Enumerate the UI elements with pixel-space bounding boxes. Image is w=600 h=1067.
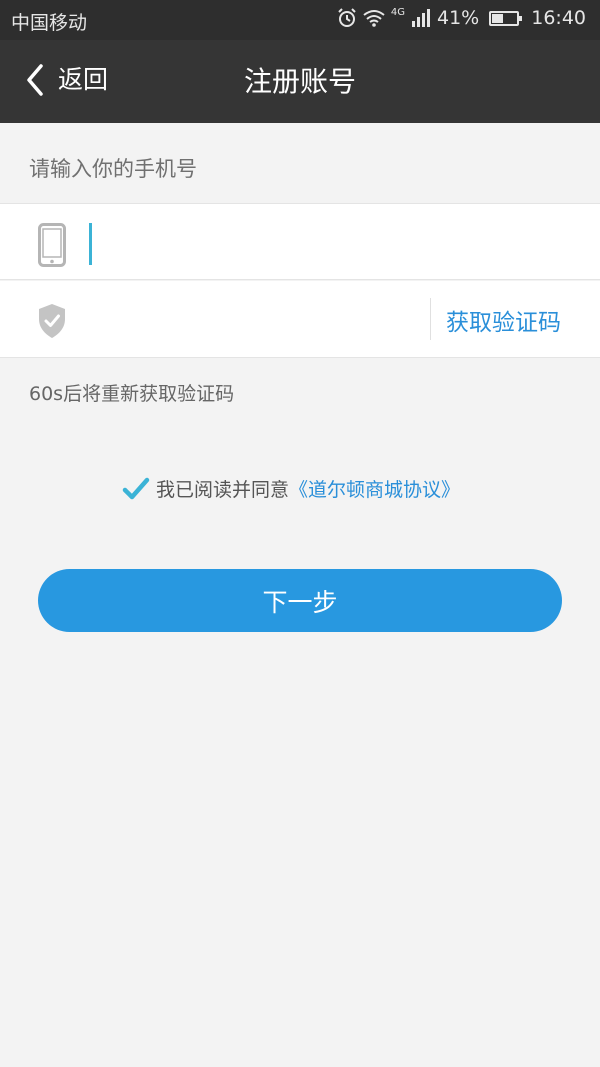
phone-row (0, 203, 600, 280)
battery-percent: 41% (437, 7, 480, 29)
countdown-text: 60s后将重新获取验证码 (29, 383, 235, 405)
phone-number-input[interactable] (90, 222, 570, 264)
network-type-label: 4G (390, 6, 405, 18)
wifi-icon (363, 10, 385, 27)
nav-bar: 返回 注册账号 (0, 40, 600, 123)
divider (430, 298, 431, 340)
signal-icon (412, 9, 430, 27)
page-title: 注册账号 (243, 65, 356, 98)
phone-hint-label: 请输入你的手机号 (29, 157, 197, 181)
next-step-button[interactable]: 下一步 (38, 569, 562, 632)
mobile-phone-icon (38, 223, 66, 267)
shield-check-icon (39, 304, 65, 338)
status-bar: 中国移动 4G 41% 16:40 (0, 0, 600, 40)
checkbox-checked-icon[interactable] (122, 476, 150, 502)
text-cursor (89, 223, 92, 265)
agreement-text: 我已阅读并同意 (156, 479, 290, 501)
status-icons: 4G 41% 16:40 (337, 7, 586, 29)
clock: 16:40 (531, 7, 586, 29)
get-code-button[interactable]: 获取验证码 (446, 303, 561, 337)
agreement-row: 我已阅读并同意 《道尔顿商城协议》 (122, 475, 460, 502)
verification-code-row: 获取验证码 (0, 281, 600, 358)
verification-code-input[interactable] (90, 299, 410, 341)
carrier-label: 中国移动 (11, 12, 88, 34)
alarm-icon (338, 8, 356, 27)
battery-icon (489, 10, 523, 26)
agreement-link[interactable]: 《道尔顿商城协议》 (289, 475, 460, 502)
